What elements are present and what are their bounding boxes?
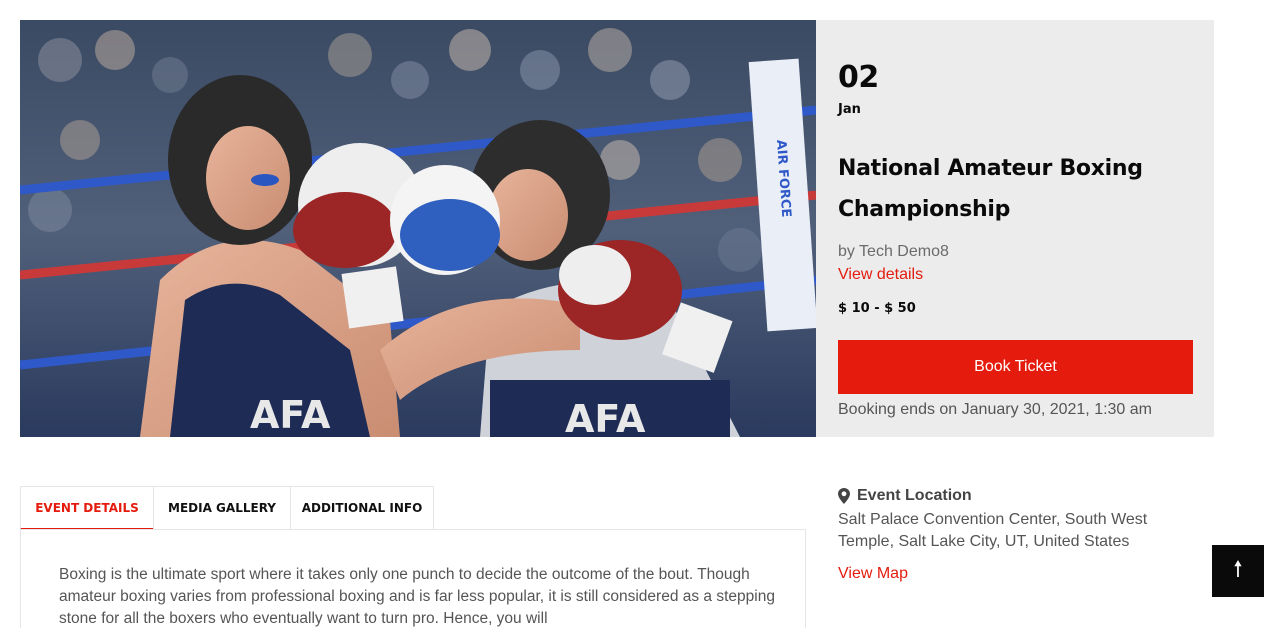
book-ticket-button[interactable]: Book Ticket [838,340,1193,394]
event-tabs: EVENT DETAILS MEDIA GALLERY ADDITIONAL I… [20,486,434,530]
tab-event-details[interactable]: EVENT DETAILS [20,486,153,530]
back-to-top-button[interactable]: 🠕 [1212,545,1264,597]
view-map-link[interactable]: View Map [838,565,908,583]
booking-deadline: Booking ends on January 30, 2021, 1:30 a… [838,401,1152,418]
tab-media-gallery[interactable]: MEDIA GALLERY [153,486,290,530]
left-shorts-text: AFA [250,393,331,437]
event-organizer: by Tech Demo8 [838,243,949,260]
event-day: 02 [838,60,879,95]
event-title: National Amateur Boxing Championship [838,156,1143,222]
arrow-up-icon: 🠕 [1233,556,1243,581]
right-shorts-text: AFA [565,397,646,437]
ticket-price: $ 10 - $ 50 [838,301,916,316]
location-address: Salt Palace Convention Center, South Wes… [838,511,1148,550]
map-pin-icon [838,488,850,504]
event-hero-image: AIR FORCE AFA AFA [20,20,816,437]
event-summary-panel: 02 Jan National Amateur Boxing Champions… [816,20,1214,437]
tab-additional-info[interactable]: ADDITIONAL INFO [290,486,434,530]
location-heading-text: Event Location [857,487,972,504]
tab-panel-event-details: Boxing is the ultimate sport where it ta… [20,529,806,628]
event-month: Jan [838,102,861,117]
view-details-link[interactable]: View details [838,266,923,284]
event-description: Boxing is the ultimate sport where it ta… [59,566,775,627]
event-location: Event Location Salt Palace Convention Ce… [838,486,1178,582]
location-heading: Event Location [838,486,1178,506]
